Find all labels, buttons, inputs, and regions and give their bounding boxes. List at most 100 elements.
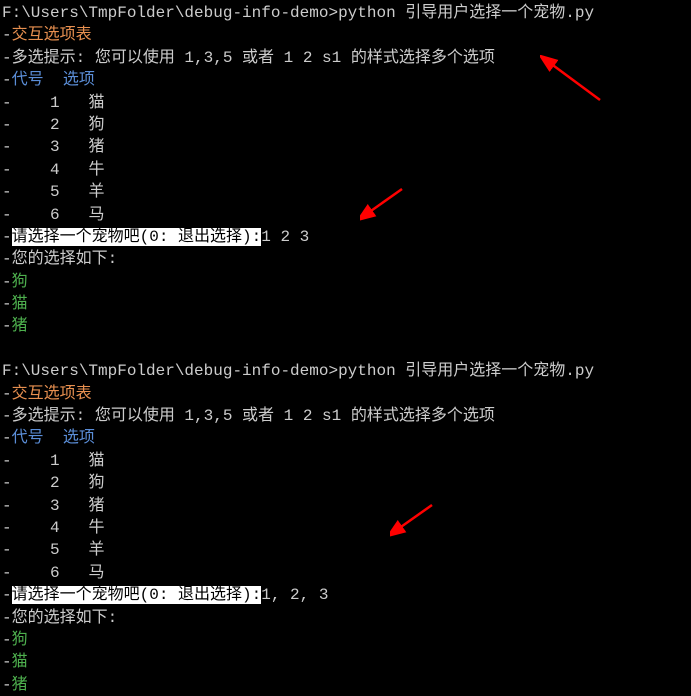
row-name: 猫 bbox=[88, 452, 104, 470]
table-row: - 5 羊 bbox=[2, 539, 689, 561]
row-id: 2 bbox=[50, 116, 60, 134]
dash: - bbox=[2, 206, 50, 224]
dash: - bbox=[2, 676, 12, 694]
table-row: - 6 马 bbox=[2, 562, 689, 584]
result-label: 您的选择如下: bbox=[12, 609, 118, 627]
input-value[interactable]: 1, 2, 3 bbox=[261, 586, 328, 604]
col-id: 代号 bbox=[12, 71, 44, 89]
prompt-path: F:\Users\TmpFolder\debug-info-demo> bbox=[2, 4, 338, 22]
command-text: python 引导用户选择一个宠物.py bbox=[338, 4, 594, 22]
col-spacer bbox=[44, 429, 63, 447]
dash: - bbox=[2, 116, 50, 134]
row-id: 3 bbox=[50, 138, 60, 156]
dash: - bbox=[2, 429, 12, 447]
header-title: 交互选项表 bbox=[12, 385, 92, 403]
dash: - bbox=[2, 609, 12, 627]
dash: - bbox=[2, 385, 12, 403]
table-row: - 1 猫 bbox=[2, 92, 689, 114]
command-line: F:\Users\TmpFolder\debug-info-demo>pytho… bbox=[2, 2, 689, 24]
hint-label: 多选提示: bbox=[12, 407, 95, 425]
row-name: 牛 bbox=[88, 519, 104, 537]
table-row: - 4 牛 bbox=[2, 517, 689, 539]
row-id: 5 bbox=[50, 541, 60, 559]
result-item: -猪 bbox=[2, 315, 689, 337]
row-id: 1 bbox=[50, 452, 60, 470]
command-text: python 引导用户选择一个宠物.py bbox=[338, 362, 594, 380]
dash: - bbox=[2, 519, 50, 537]
table-row: - 3 猪 bbox=[2, 495, 689, 517]
dash: - bbox=[2, 653, 12, 671]
row-id: 5 bbox=[50, 183, 60, 201]
result-label-line: -您的选择如下: bbox=[2, 607, 689, 629]
result-item: -猪 bbox=[2, 674, 689, 696]
table-row: - 3 猪 bbox=[2, 136, 689, 158]
header-line: -交互选项表 bbox=[2, 383, 689, 405]
result-text: 猪 bbox=[12, 317, 28, 335]
col-spacer bbox=[44, 71, 63, 89]
input-prompt: 请选择一个宠物吧(0: 退出选择): bbox=[12, 228, 262, 246]
row-name: 马 bbox=[88, 564, 104, 582]
input-value[interactable]: 1 2 3 bbox=[261, 228, 309, 246]
prompt-path: F:\Users\TmpFolder\debug-info-demo> bbox=[2, 362, 338, 380]
header-title: 交互选项表 bbox=[12, 26, 92, 44]
table-row: - 1 猫 bbox=[2, 450, 689, 472]
row-id: 6 bbox=[50, 564, 60, 582]
command-line: F:\Users\TmpFolder\debug-info-demo>pytho… bbox=[2, 360, 689, 382]
dash: - bbox=[2, 49, 12, 67]
result-item: -猫 bbox=[2, 651, 689, 673]
dash: - bbox=[2, 541, 50, 559]
header-line: -交互选项表 bbox=[2, 24, 689, 46]
table-row: - 4 牛 bbox=[2, 159, 689, 181]
result-item: -狗 bbox=[2, 271, 689, 293]
result-text: 狗 bbox=[12, 273, 28, 291]
dash: - bbox=[2, 474, 50, 492]
table-row: - 6 马 bbox=[2, 204, 689, 226]
result-label-line: -您的选择如下: bbox=[2, 248, 689, 270]
row-name: 猪 bbox=[88, 497, 104, 515]
dash: - bbox=[2, 250, 12, 268]
row-name: 猫 bbox=[88, 94, 104, 112]
dash: - bbox=[2, 228, 12, 246]
input-line[interactable]: -请选择一个宠物吧(0: 退出选择):1, 2, 3 bbox=[2, 584, 689, 606]
hint-line: -多选提示: 您可以使用 1,3,5 或者 1 2 s1 的样式选择多个选项 bbox=[2, 405, 689, 427]
dash: - bbox=[2, 273, 12, 291]
result-item: -狗 bbox=[2, 629, 689, 651]
result-text: 猪 bbox=[12, 676, 28, 694]
col-option: 选项 bbox=[63, 71, 95, 89]
table-row: - 2 狗 bbox=[2, 472, 689, 494]
table-row: - 2 狗 bbox=[2, 114, 689, 136]
result-text: 猫 bbox=[12, 653, 28, 671]
row-name: 马 bbox=[88, 206, 104, 224]
dash: - bbox=[2, 94, 50, 112]
dash: - bbox=[2, 71, 12, 89]
column-header: -代号 选项 bbox=[2, 427, 689, 449]
col-id: 代号 bbox=[12, 429, 44, 447]
dash: - bbox=[2, 497, 50, 515]
row-id: 2 bbox=[50, 474, 60, 492]
row-id: 1 bbox=[50, 94, 60, 112]
row-name: 狗 bbox=[88, 116, 104, 134]
dash: - bbox=[2, 452, 50, 470]
hint-label: 多选提示: bbox=[12, 49, 95, 67]
dash: - bbox=[2, 161, 50, 179]
hint-text: 您可以使用 1,3,5 或者 1 2 s1 的样式选择多个选项 bbox=[95, 407, 495, 425]
row-name: 狗 bbox=[88, 474, 104, 492]
dash: - bbox=[2, 564, 50, 582]
column-header: -代号 选项 bbox=[2, 69, 689, 91]
hint-text: 您可以使用 1,3,5 或者 1 2 s1 的样式选择多个选项 bbox=[95, 49, 495, 67]
row-id: 3 bbox=[50, 497, 60, 515]
input-prompt: 请选择一个宠物吧(0: 退出选择): bbox=[12, 586, 262, 604]
hint-line: -多选提示: 您可以使用 1,3,5 或者 1 2 s1 的样式选择多个选项 bbox=[2, 47, 689, 69]
row-id: 4 bbox=[50, 161, 60, 179]
col-option: 选项 bbox=[63, 429, 95, 447]
row-id: 6 bbox=[50, 206, 60, 224]
result-item: -猫 bbox=[2, 293, 689, 315]
result-text: 猫 bbox=[12, 295, 28, 313]
row-name: 羊 bbox=[88, 541, 104, 559]
dash: - bbox=[2, 586, 12, 604]
blank-line bbox=[2, 338, 689, 360]
row-name: 牛 bbox=[88, 161, 104, 179]
result-label: 您的选择如下: bbox=[12, 250, 118, 268]
input-line[interactable]: -请选择一个宠物吧(0: 退出选择):1 2 3 bbox=[2, 226, 689, 248]
dash: - bbox=[2, 26, 12, 44]
